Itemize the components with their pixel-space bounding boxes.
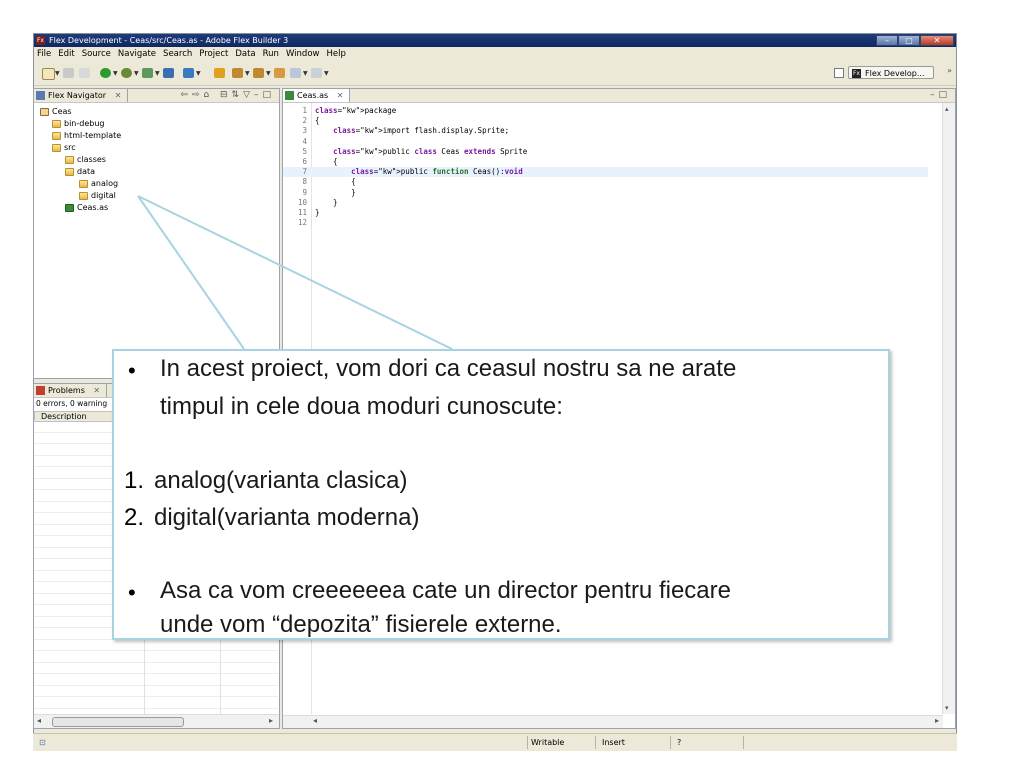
pointer-line [137,195,453,350]
pointer-line [137,195,245,350]
list-number-1: 1. [124,467,145,494]
bullet1-line1: In acest proiect, vom dori ca ceasul nos… [160,355,737,382]
bullet2-line2: unde vom “depozita” fisierele externe. [160,611,562,638]
list-number-2: 2. [124,504,145,531]
bullet2-line1: Asa ca vom creeeeeea cate un director pe… [160,577,731,604]
list-item-analog: analog(varianta clasica) [154,467,408,494]
slide-callout: • In acest proiect, vom dori ca ceasul n… [112,349,890,640]
bullet-marker: • [128,580,136,605]
bullet1-line2: timpul in cele doua moduri cunoscute: [160,393,563,420]
list-item-digital: digital(varianta moderna) [154,504,420,531]
bullet-marker: • [128,358,136,383]
